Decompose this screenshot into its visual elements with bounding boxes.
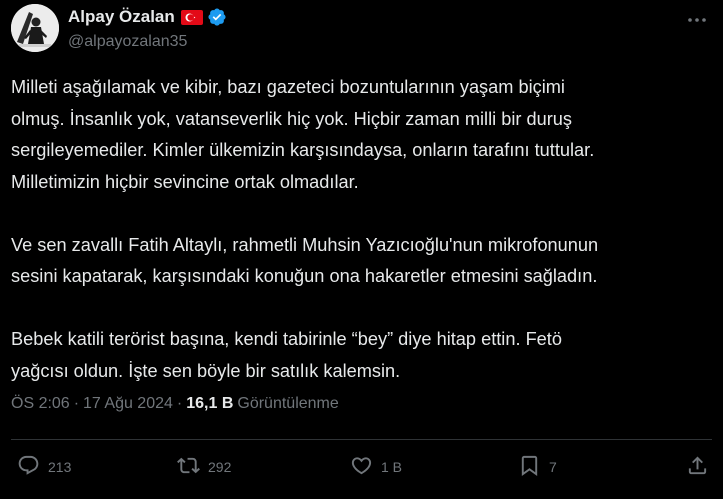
meta-separator: · bbox=[73, 395, 80, 412]
name-row: Alpay Özalan bbox=[68, 6, 227, 28]
author-handle[interactable]: @alpayozalan35 bbox=[68, 33, 227, 51]
text-line: sesini kapatarak, karşısındaki konuğun o… bbox=[11, 266, 598, 286]
text-line: Bebek katili terörist başına, kendi tabi… bbox=[11, 329, 562, 349]
reply-button[interactable]: 213 bbox=[17, 450, 71, 484]
repost-icon bbox=[177, 454, 200, 480]
text-line: yağcısı oldun. İşte sen böyle bir satılı… bbox=[11, 360, 401, 381]
tweet-card: Alpay Özalan @alpayozalan35 Milleti aşağ… bbox=[0, 0, 723, 499]
display-name[interactable]: Alpay Özalan bbox=[68, 7, 175, 27]
repost-button[interactable]: 292 bbox=[177, 450, 231, 484]
avatar-image bbox=[11, 4, 59, 52]
views-count: 16,1 B bbox=[186, 395, 234, 412]
tweet-time[interactable]: ÖS 2:06 bbox=[11, 395, 70, 413]
text-line: olmuş. İnsanlık yok, vatanseverlik hiç y… bbox=[11, 108, 572, 129]
heart-icon bbox=[350, 454, 373, 480]
tweet-date[interactable]: 17 Ağu 2024 bbox=[83, 395, 173, 413]
reply-icon bbox=[17, 454, 40, 480]
text-line: Milleti aşağılamak ve kibir, bazı gazete… bbox=[11, 77, 565, 97]
more-options-icon[interactable] bbox=[685, 8, 709, 32]
text-line: Milletimizin hiçbir sevincine ortak olma… bbox=[11, 171, 359, 192]
like-count: 1 B bbox=[381, 459, 403, 475]
bookmark-count: 7 bbox=[549, 459, 557, 475]
verified-badge-icon[interactable] bbox=[207, 7, 227, 27]
bookmark-button[interactable]: 7 bbox=[518, 450, 557, 484]
meta-separator: · bbox=[176, 395, 183, 412]
tweet-header: Alpay Özalan @alpayozalan35 bbox=[11, 4, 723, 54]
repost-count: 292 bbox=[208, 459, 232, 475]
reply-count: 213 bbox=[48, 459, 72, 475]
text-line: sergileyemediler. Kimler ülkemizin karşı… bbox=[11, 140, 595, 160]
author-names: Alpay Özalan @alpayozalan35 bbox=[68, 6, 227, 51]
turkey-flag-icon bbox=[180, 9, 203, 25]
tweet-text: Milleti aşağılamak ve kibir, bazı gazete… bbox=[11, 72, 711, 387]
share-icon bbox=[686, 454, 709, 480]
views-label: Görüntülenme bbox=[237, 395, 339, 412]
like-button[interactable]: 1 B bbox=[350, 450, 402, 484]
text-line: Ve sen zavallı Fatih Altaylı, rahmetli M… bbox=[11, 234, 599, 255]
bookmark-icon bbox=[518, 454, 541, 480]
action-bar: 213 292 1 B 7 bbox=[0, 450, 723, 484]
share-button[interactable] bbox=[686, 450, 709, 484]
avatar[interactable] bbox=[11, 4, 59, 52]
tweet-meta: ÖS 2:06 · 17 Ağu 2024 · 16,1 B Görüntüle… bbox=[11, 392, 339, 416]
paragraph-3: Bebek katili terörist başına, kendi tabi… bbox=[11, 324, 711, 387]
paragraph-1: Milleti aşağılamak ve kibir, bazı gazete… bbox=[11, 72, 711, 198]
divider bbox=[11, 439, 712, 440]
paragraph-2: Ve sen zavallı Fatih Altaylı, rahmetli M… bbox=[11, 230, 711, 293]
